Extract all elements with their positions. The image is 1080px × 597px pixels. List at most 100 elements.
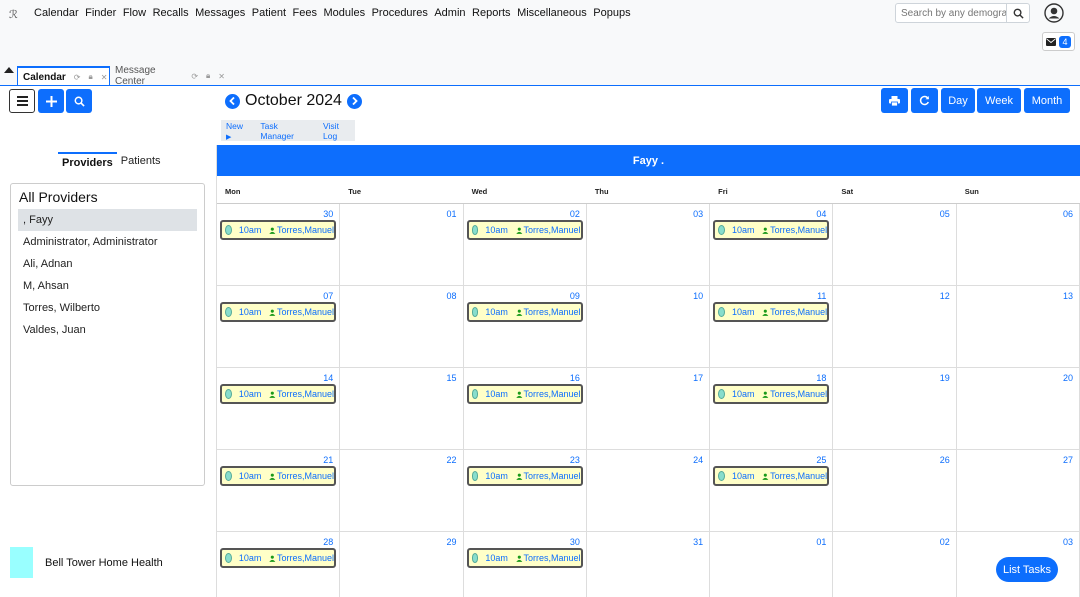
- calendar-day-cell[interactable]: 14 10am Torres,Manuel: [217, 368, 341, 450]
- app-logo-icon[interactable]: ℛ: [9, 8, 21, 21]
- day-number-link[interactable]: 15: [447, 373, 457, 383]
- day-number-link[interactable]: 09: [570, 291, 580, 301]
- list-tasks-button[interactable]: List Tasks: [996, 557, 1058, 582]
- day-number-link[interactable]: 20: [1063, 373, 1073, 383]
- menu-item-miscellaneous[interactable]: Miscellaneous: [517, 7, 587, 19]
- appointment-event[interactable]: 10am Torres,Manuel: [713, 220, 830, 240]
- tab-message-center[interactable]: Message Center ⟳ 🔒︎ ✕: [110, 65, 230, 87]
- provider-item[interactable]: Torres, Wilberto: [18, 297, 197, 319]
- appointment-event[interactable]: 10am Torres,Manuel: [713, 466, 830, 486]
- calendar-day-cell[interactable]: 09 10am Torres,Manuel: [463, 286, 587, 368]
- day-number-link[interactable]: 30: [570, 537, 580, 547]
- tab-providers[interactable]: Providers: [58, 152, 117, 172]
- day-number-link[interactable]: 08: [447, 291, 457, 301]
- day-number-link[interactable]: 31: [693, 537, 703, 547]
- view-day-button[interactable]: Day: [941, 88, 975, 113]
- calendar-day-cell[interactable]: 21 10am Torres,Manuel: [217, 450, 341, 532]
- add-appointment-button[interactable]: [38, 89, 64, 113]
- calendar-day-cell[interactable]: 01: [710, 532, 834, 597]
- menu-item-messages[interactable]: Messages: [195, 7, 245, 19]
- day-number-link[interactable]: 01: [447, 209, 457, 219]
- calendar-day-cell[interactable]: 18 10am Torres,Manuel: [710, 368, 834, 450]
- calendar-day-cell[interactable]: 05: [833, 204, 957, 286]
- day-number-link[interactable]: 07: [323, 291, 333, 301]
- tab-calendar[interactable]: Calendar ⟳ 🔒︎ ✕: [17, 66, 110, 86]
- menu-item-finder[interactable]: Finder: [85, 7, 116, 19]
- menu-item-calendar[interactable]: Calendar: [34, 7, 79, 19]
- appointment-event[interactable]: 10am Torres,Manuel: [466, 384, 583, 404]
- lock-icon[interactable]: 🔒︎: [89, 72, 93, 82]
- prev-month-button[interactable]: [225, 93, 240, 109]
- calendar-day-cell[interactable]: 20: [956, 368, 1080, 450]
- provider-item[interactable]: Administrator, Administrator: [18, 231, 197, 253]
- day-number-link[interactable]: 23: [570, 455, 580, 465]
- calendar-day-cell[interactable]: 04 10am Torres,Manuel: [710, 204, 834, 286]
- appointment-event[interactable]: 10am Torres,Manuel: [220, 384, 336, 404]
- appointment-event[interactable]: 10am Torres,Manuel: [466, 466, 583, 486]
- calendar-day-cell[interactable]: 03: [586, 204, 711, 286]
- day-number-link[interactable]: 30: [323, 209, 333, 219]
- appointment-event[interactable]: 10am Torres,Manuel: [466, 548, 583, 568]
- visit-log-link[interactable]: Visit Log: [323, 121, 355, 141]
- calendar-day-cell[interactable]: 17: [586, 368, 711, 450]
- calendar-day-cell[interactable]: 15: [340, 368, 464, 450]
- calendar-day-cell[interactable]: 07 10am Torres,Manuel: [217, 286, 341, 368]
- close-icon[interactable]: ✕: [218, 72, 225, 81]
- day-number-link[interactable]: 13: [1063, 291, 1073, 301]
- calendar-day-cell[interactable]: 25 10am Torres,Manuel: [710, 450, 834, 532]
- calendar-day-cell[interactable]: 13: [956, 286, 1080, 368]
- calendar-day-cell[interactable]: 22: [340, 450, 464, 532]
- calendar-day-cell[interactable]: 06: [956, 204, 1080, 286]
- day-number-link[interactable]: 17: [693, 373, 703, 383]
- menu-item-fees[interactable]: Fees: [293, 7, 317, 19]
- day-number-link[interactable]: 16: [570, 373, 580, 383]
- menu-item-reports[interactable]: Reports: [472, 7, 511, 19]
- day-number-link[interactable]: 11: [817, 291, 826, 301]
- day-number-link[interactable]: 25: [816, 455, 826, 465]
- day-number-link[interactable]: 10: [693, 291, 703, 301]
- close-icon[interactable]: ✕: [101, 73, 108, 82]
- day-number-link[interactable]: 26: [940, 455, 950, 465]
- menu-item-recalls[interactable]: Recalls: [153, 7, 189, 19]
- calendar-day-cell[interactable]: 23 10am Torres,Manuel: [463, 450, 587, 532]
- menu-item-patient[interactable]: Patient: [252, 7, 286, 19]
- day-number-link[interactable]: 21: [323, 455, 333, 465]
- all-providers-heading[interactable]: All Providers: [19, 189, 98, 205]
- calendar-day-cell[interactable]: 11 10am Torres,Manuel: [710, 286, 834, 368]
- day-number-link[interactable]: 22: [447, 455, 457, 465]
- day-number-link[interactable]: 02: [570, 209, 580, 219]
- calendar-day-cell[interactable]: 28 10am Torres,Manuel: [217, 532, 341, 597]
- day-number-link[interactable]: 04: [816, 209, 826, 219]
- day-number-link[interactable]: 01: [816, 537, 826, 547]
- day-number-link[interactable]: 24: [693, 455, 703, 465]
- collapse-arrow-icon[interactable]: [4, 67, 14, 73]
- day-number-link[interactable]: 18: [816, 373, 826, 383]
- view-week-button[interactable]: Week: [977, 88, 1021, 113]
- day-number-link[interactable]: 05: [940, 209, 950, 219]
- calendar-day-cell[interactable]: 24: [586, 450, 711, 532]
- appointment-event[interactable]: 10am Torres,Manuel: [713, 384, 830, 404]
- day-number-link[interactable]: 06: [1063, 209, 1073, 219]
- calendar-day-cell[interactable]: 02 10am Torres,Manuel: [463, 204, 587, 286]
- day-number-link[interactable]: 03: [1063, 537, 1073, 547]
- appointment-event[interactable]: 10am Torres,Manuel: [220, 466, 336, 486]
- new-dropdown[interactable]: New ▶: [226, 121, 250, 141]
- day-number-link[interactable]: 27: [1063, 455, 1073, 465]
- appointment-event[interactable]: 10am Torres,Manuel: [220, 220, 336, 240]
- calendar-day-cell[interactable]: 31: [587, 532, 711, 597]
- calendar-day-cell[interactable]: 02: [833, 532, 957, 597]
- day-number-link[interactable]: 03: [693, 209, 703, 219]
- calendar-day-cell[interactable]: 27: [956, 450, 1080, 532]
- calendar-day-cell[interactable]: 26: [833, 450, 957, 532]
- search-input[interactable]: [896, 4, 1006, 22]
- calendar-day-cell[interactable]: 10: [586, 286, 711, 368]
- menu-item-admin[interactable]: Admin: [434, 7, 465, 19]
- print-button[interactable]: [881, 88, 908, 113]
- refresh-icon[interactable]: ⟳: [191, 72, 198, 81]
- day-number-link[interactable]: 28: [323, 537, 333, 547]
- refresh-button[interactable]: [911, 88, 938, 113]
- appointment-event[interactable]: 10am Torres,Manuel: [466, 220, 583, 240]
- day-number-link[interactable]: 02: [940, 537, 950, 547]
- day-number-link[interactable]: 12: [940, 291, 950, 301]
- calendar-day-cell[interactable]: 12: [833, 286, 957, 368]
